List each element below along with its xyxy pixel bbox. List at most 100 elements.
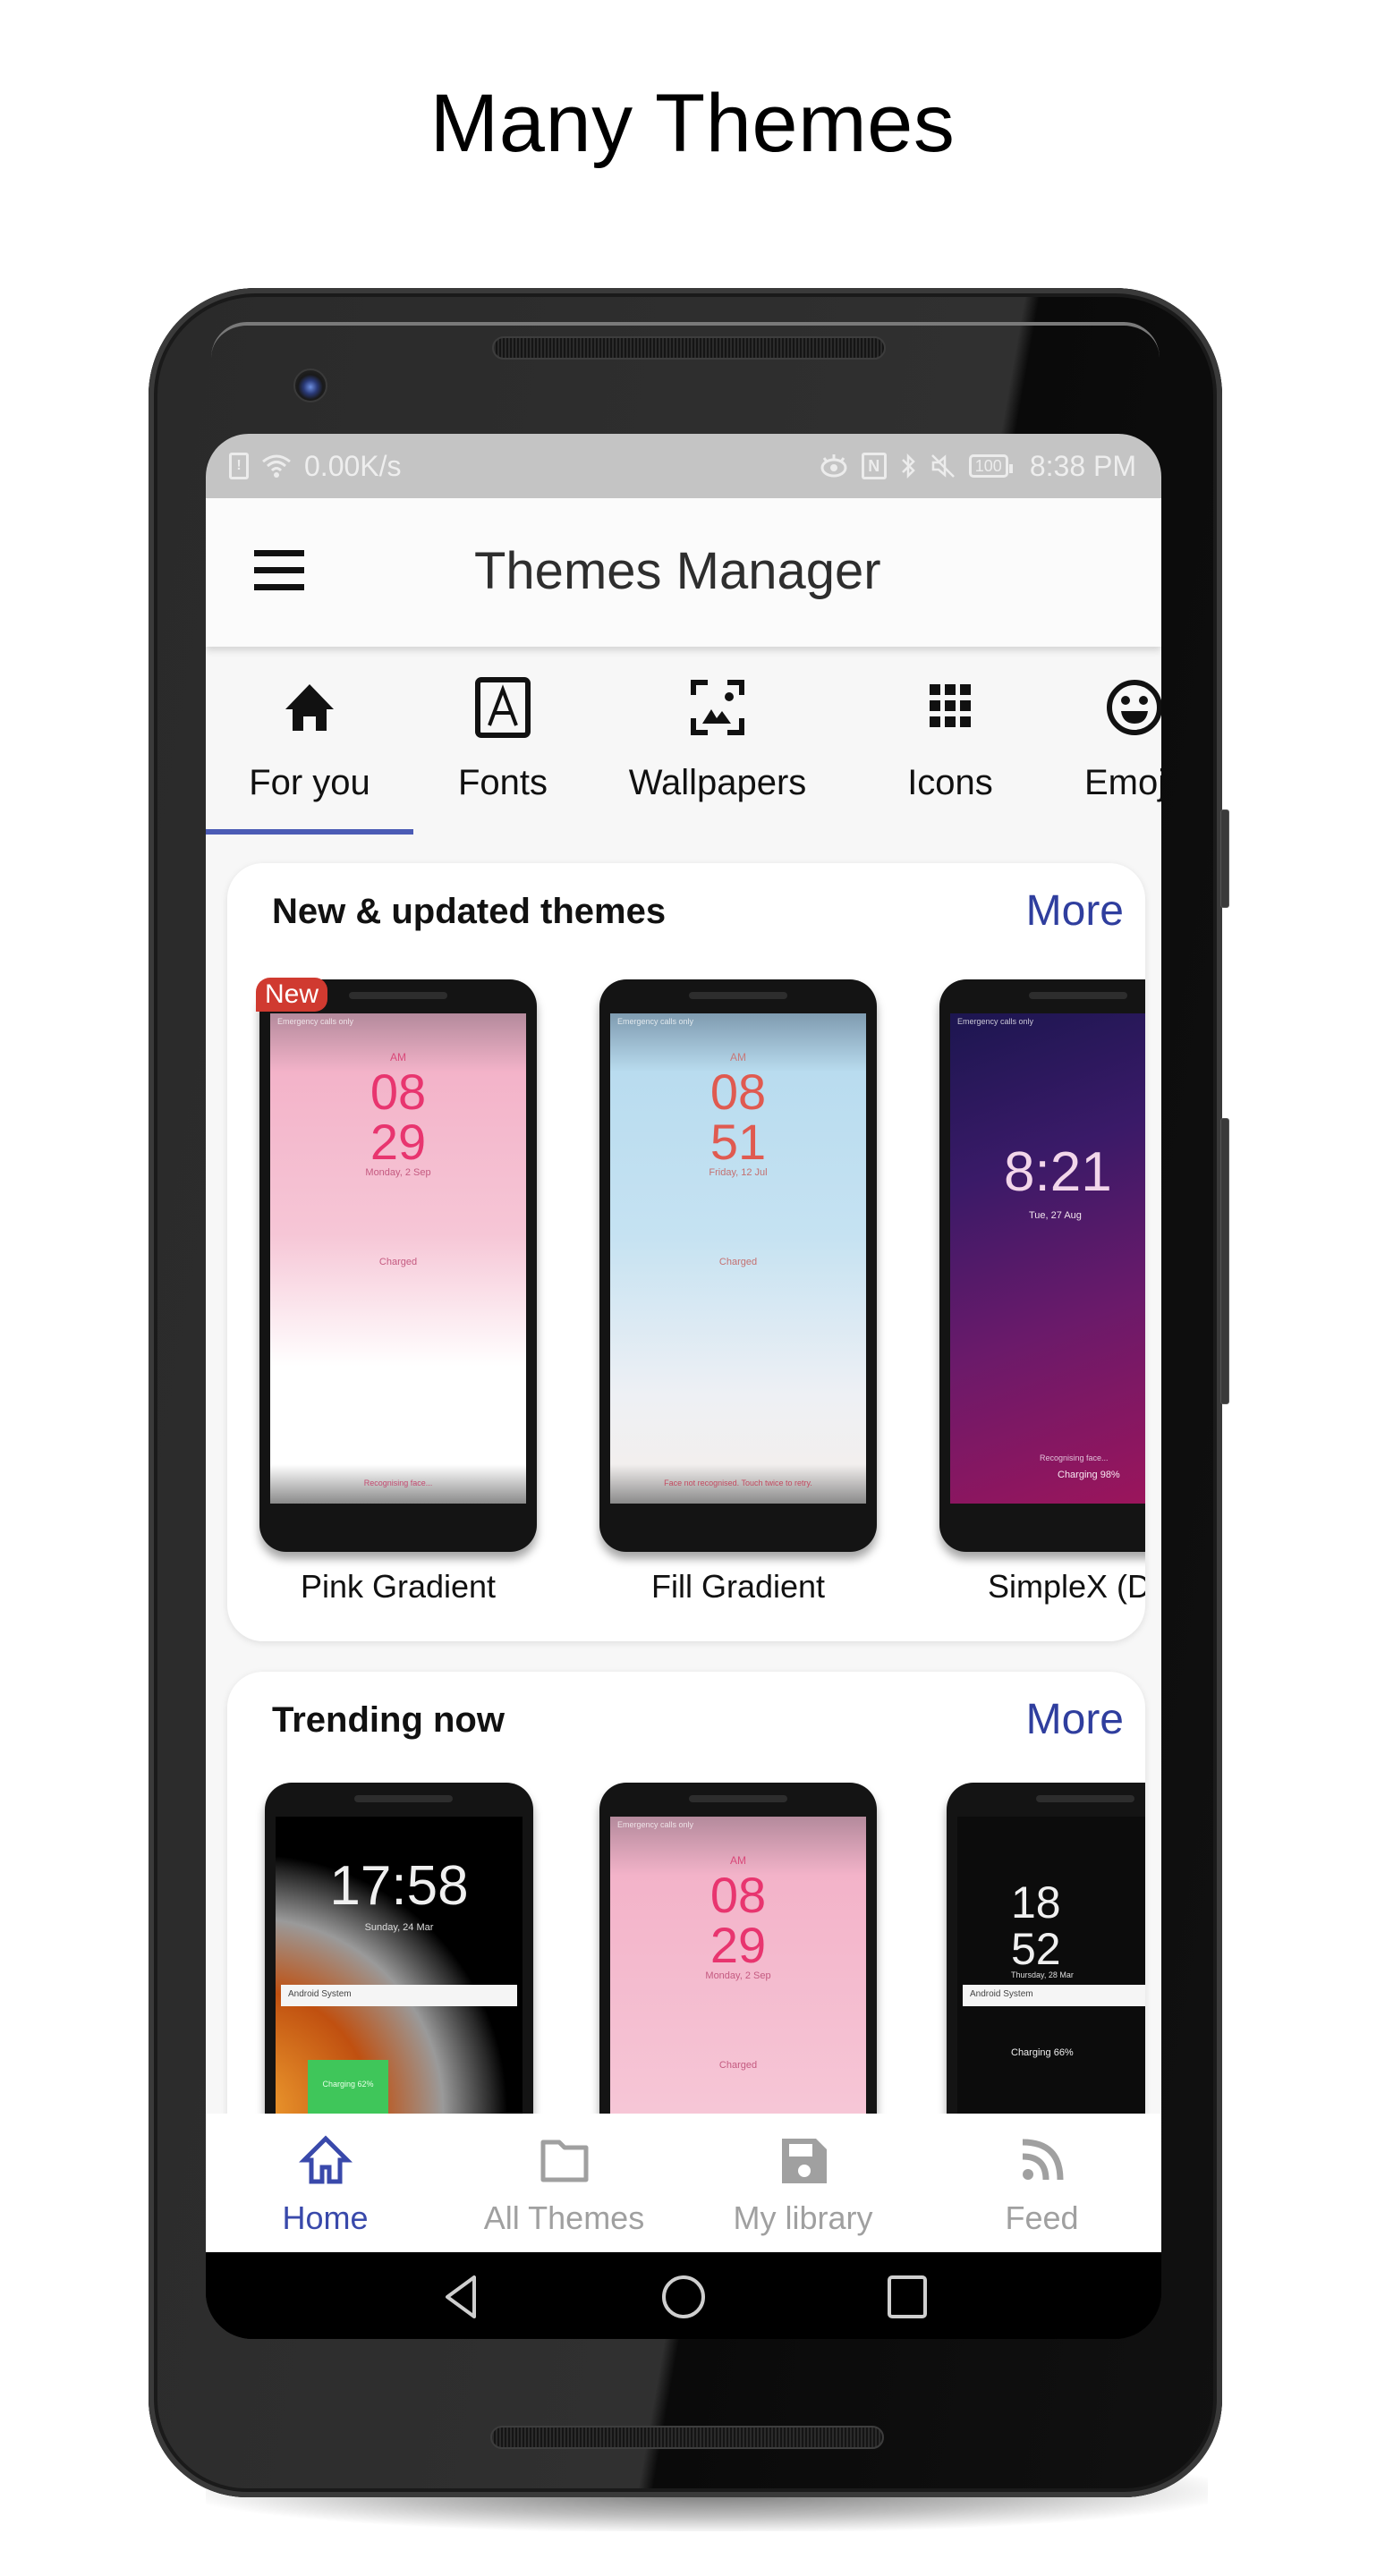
nav-all-themes[interactable]: All Themes: [445, 2114, 684, 2252]
tab-wallpapers[interactable]: Wallpapers: [592, 650, 843, 838]
preview-date: Tue, 27 Aug: [1029, 1210, 1082, 1221]
nav-feed[interactable]: Feed: [922, 2114, 1161, 2252]
preview-ampm: AM: [730, 1051, 746, 1063]
preview-minute: 52: [1011, 1924, 1061, 1974]
theme-preview: Emergency calls only 8:21 Tue, 27 Aug Re…: [939, 979, 1145, 1552]
preview-hour: 18: [1011, 1877, 1061, 1928]
preview-charge: Charging 66%: [1011, 2047, 1074, 2058]
status-bar: ! 0.00K/s N 100 8:38 PM: [206, 434, 1161, 498]
eye-comfort-icon: [819, 453, 849, 479]
preview-hour: 08: [370, 1063, 427, 1120]
preview-hint: Recognising face...: [363, 1479, 433, 1487]
preview-speaker: [1029, 992, 1127, 999]
hamburger-menu-icon[interactable]: [254, 550, 304, 591]
theme-name: Fill Gradient: [650, 1568, 826, 1605]
theme-card-simplex[interactable]: Emergency calls only 8:21 Tue, 27 Aug Re…: [939, 979, 1145, 1623]
status-time: 8:38 PM: [1029, 449, 1136, 482]
wifi-icon: [261, 453, 292, 479]
preview-charge: Charging 62%: [308, 2060, 388, 2114]
preview-screen: Emergency calls only 8:21 Tue, 27 Aug Re…: [950, 1013, 1145, 1504]
preview-hour: 08: [709, 1063, 767, 1120]
preview-speaker: [354, 1795, 453, 1802]
save-icon: [777, 2133, 830, 2187]
tab-label: Emoji: [1084, 763, 1161, 802]
rss-feed-icon: [1015, 2133, 1069, 2187]
nav-label: All Themes: [483, 2199, 645, 2236]
preview-speaker: [349, 992, 447, 999]
battery-icon: 100: [968, 454, 1013, 478]
theme-carousel[interactable]: New & updated themes More Emergency call…: [227, 863, 1145, 1641]
nav-label: Feed: [1005, 2199, 1079, 2236]
preview-minute: 29: [709, 1917, 767, 1973]
theme-name: SimpleX (Da: [987, 1568, 1145, 1605]
theme-preview: Emergency calls only AM 08 51 Friday, 12…: [599, 979, 877, 1552]
earpiece-speaker: [492, 336, 886, 360]
tab-fonts[interactable]: Fonts: [413, 650, 592, 838]
wallpaper-icon: [686, 675, 749, 738]
system-navigation-bar: [206, 2252, 1161, 2339]
preview-charge: Charged: [718, 1257, 758, 1267]
home-icon: [278, 675, 341, 738]
preview-charge: Charged: [718, 2060, 758, 2071]
preview-screen: Emergency calls only AM 08 29 Monday, 2 …: [270, 1013, 526, 1504]
preview-charge: Charging 98%: [1058, 1470, 1120, 1480]
preview-date: Friday, 12 Jul: [709, 1167, 768, 1178]
preview-status: Emergency calls only: [957, 1017, 1034, 1026]
more-link[interactable]: More: [1026, 1695, 1124, 1744]
section-title: New & updated themes: [272, 892, 667, 931]
preview-hint: Face not recognised. Touch twice to retr…: [664, 1479, 812, 1487]
app-bar: Themes Manager: [206, 498, 1161, 647]
preview-speaker: [689, 1795, 787, 1802]
sim-alert-icon: !: [229, 453, 249, 479]
theme-card-fill-gradient[interactable]: Emergency calls only AM 08 51 Friday, 12…: [599, 979, 877, 1623]
volume-button: [1220, 1118, 1229, 1404]
front-camera: [293, 369, 327, 402]
preview-time: 8:21: [1004, 1141, 1112, 1203]
power-button: [1220, 809, 1229, 908]
recents-icon[interactable]: [882, 2272, 932, 2322]
bluetooth-icon: [899, 453, 917, 479]
network-speed: 0.00K/s: [304, 449, 402, 482]
nav-label: My library: [733, 2199, 873, 2236]
home-outline-icon: [298, 2133, 353, 2187]
home-circle-icon[interactable]: [659, 2272, 709, 2322]
preview-ampm: AM: [390, 1051, 406, 1063]
preview-minute: 51: [709, 1114, 767, 1170]
preview-hour: 08: [709, 1867, 767, 1923]
section-title: Trending now: [272, 1700, 505, 1740]
tab-for-you[interactable]: For you: [206, 650, 413, 838]
app-content: Themes Manager For you Fonts Wallpapers …: [206, 498, 1161, 2252]
preview-date: Monday, 2 Sep: [365, 1167, 431, 1178]
app-title: Themes Manager: [474, 542, 881, 600]
phone-screen: ! 0.00K/s N 100 8:38 PM Themes Manager F…: [206, 434, 1161, 2339]
preview-date: Monday, 2 Sep: [705, 1970, 771, 1981]
tab-label: Fonts: [457, 763, 548, 802]
nav-label: Home: [282, 2199, 369, 2236]
theme-card-pink-gradient[interactable]: Emergency calls only AM 08 29 Monday, 2 …: [256, 978, 537, 1623]
folder-icon: [538, 2133, 591, 2187]
bottom-speaker: [490, 2426, 884, 2449]
nfc-icon: N: [861, 453, 887, 479]
mute-icon: [930, 453, 956, 479]
status-left: ! 0.00K/s: [229, 450, 402, 483]
preview-screen: Emergency calls only AM 08 51 Friday, 12…: [610, 1013, 866, 1504]
tab-icons[interactable]: Icons: [843, 650, 1058, 838]
nav-home[interactable]: Home: [206, 2114, 445, 2252]
more-link[interactable]: More: [1026, 886, 1124, 936]
preview-date: Thursday, 28 Mar: [1011, 1970, 1074, 1979]
grid-icon: [919, 675, 981, 738]
preview-ampm: AM: [730, 1854, 746, 1867]
back-icon[interactable]: [437, 2272, 487, 2322]
preview-speaker: [689, 992, 787, 999]
theme-name: Pink Gradient: [300, 1568, 497, 1605]
preview-status: Emergency calls only: [617, 1820, 694, 1829]
preview-date: Sunday, 24 Mar: [364, 1922, 434, 1933]
preview-status: Emergency calls only: [617, 1017, 694, 1026]
preview-status: Emergency calls only: [277, 1017, 354, 1026]
emoji-icon: [1103, 675, 1161, 738]
tab-emoji[interactable]: Emoji: [1058, 650, 1161, 838]
bottom-navigation: Home All Themes My library Feed: [206, 2114, 1161, 2252]
nav-my-library[interactable]: My library: [684, 2114, 922, 2252]
theme-preview: Emergency calls only AM 08 29 Monday, 2 …: [259, 979, 537, 1552]
category-tabs: For you Fonts Wallpapers Icons Emo: [206, 650, 1161, 838]
